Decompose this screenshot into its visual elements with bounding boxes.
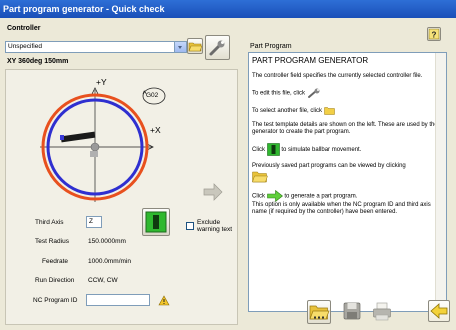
chevron-down-icon[interactable] <box>174 42 186 52</box>
exclude-warning-line2: warning text <box>197 226 233 233</box>
pp-edit-line: To edit this file, click <box>252 87 443 99</box>
pp-select-line: To select another file, click <box>252 106 443 115</box>
title-bar: Part program generator - Quick check <box>0 0 456 18</box>
ballbar-pivot <box>90 142 100 152</box>
application-window: Part program generator - Quick check Con… <box>0 0 456 330</box>
third-axis-value: Z <box>89 218 93 225</box>
feedrate-value: 1000.0mm/min <box>88 258 131 265</box>
generate-arrow-icon <box>266 190 283 203</box>
ballbar-instrument <box>60 131 96 143</box>
controller-dropdown[interactable]: Unspecified <box>5 41 187 53</box>
test-template-header: XY 360deg 150mm <box>7 58 69 65</box>
folder-icon <box>323 107 335 115</box>
pp-availability-text: This option is only available when the N… <box>252 202 431 216</box>
exclude-warning-line1: Exclude <box>197 219 221 226</box>
ballbar-diagram <box>40 87 154 202</box>
pp-edit-text: To edit this file, click <box>252 90 306 97</box>
pp-generate-text: to generate a part program. <box>284 193 358 200</box>
y-axis-label: +Y <box>96 77 107 87</box>
run-direction-value: CCW, CW <box>88 277 118 284</box>
edit-controller-file-button[interactable] <box>205 35 230 60</box>
ballbar-end <box>60 135 64 140</box>
exclude-warning-checkbox[interactable] <box>186 222 194 230</box>
pp-controller-text: The controller field specifies the curre… <box>252 73 423 79</box>
pp-template-text: The test template details are shown on t… <box>252 122 438 136</box>
pp-saved-text: Previously saved part programs can be vi… <box>252 163 406 170</box>
part-program-text-area[interactable]: PART PROGRAM GENERATOR The controller fi… <box>248 52 447 312</box>
pp-select-text: To select another file, click <box>252 108 323 115</box>
feedrate-label: Feedrate <box>42 258 69 265</box>
pp-saved-line: Previously saved part programs can be vi… <box>252 163 443 183</box>
folder-icon <box>309 305 330 320</box>
controller-selected-value: Unspecified <box>8 43 42 50</box>
simulate-icon <box>266 143 280 156</box>
exclude-warning-label: Exclude warning text <box>197 219 232 233</box>
printer-icon <box>373 302 391 321</box>
pp-generate-line: Click to generate a part program. This o… <box>252 190 443 216</box>
third-axis-label: Third Axis <box>35 219 64 226</box>
pp-heading: PART PROGRAM GENERATOR <box>252 56 369 65</box>
window-title: Part program generator - Quick check <box>3 4 165 14</box>
pp-simulate-click: Click <box>252 147 265 154</box>
open-folder-icon <box>252 171 268 183</box>
svg-text:?: ? <box>432 31 437 40</box>
simulate-button[interactable] <box>142 208 170 236</box>
select-controller-file-button[interactable] <box>187 38 203 54</box>
generate-arrow-icon[interactable] <box>203 183 223 201</box>
test-radius-label: Test Radius <box>35 238 69 245</box>
folder-icon <box>188 42 202 52</box>
warning-icon <box>158 295 170 306</box>
ballbar-mount <box>90 151 98 157</box>
pp-generate-click: Click <box>252 193 265 200</box>
nc-program-input[interactable] <box>86 294 150 306</box>
save-icon <box>343 302 361 320</box>
third-axis-input[interactable]: Z <box>86 216 102 228</box>
open-part-program-button[interactable] <box>307 300 331 324</box>
back-arrow-icon <box>430 303 448 319</box>
simulate-icon <box>145 211 167 233</box>
nc-program-label: NC Program ID <box>33 297 78 304</box>
pp-simulate-line: Click to simulate ballbar movement. <box>252 143 443 156</box>
wrench-icon <box>307 88 320 98</box>
pp-simulate-text: to simulate ballbar movement. <box>281 147 362 154</box>
part-program-content: PART PROGRAM GENERATOR The controller fi… <box>252 56 443 223</box>
part-program-scrollbar[interactable] <box>435 53 446 311</box>
test-radius-value: 150.0000mm <box>88 238 126 245</box>
help-icon: ? <box>428 28 440 40</box>
g-code-label: G02 <box>146 92 159 99</box>
back-button[interactable] <box>428 300 450 322</box>
run-direction-label: Run Direction <box>35 277 75 284</box>
wrench-icon <box>209 40 225 56</box>
save-part-program-button[interactable] <box>341 300 363 322</box>
print-part-program-button[interactable] <box>371 300 393 322</box>
part-program-label: Part Program <box>250 43 292 50</box>
controller-label: Controller <box>7 25 41 32</box>
x-axis-label: +X <box>150 125 161 135</box>
help-button[interactable]: ? <box>427 27 441 41</box>
